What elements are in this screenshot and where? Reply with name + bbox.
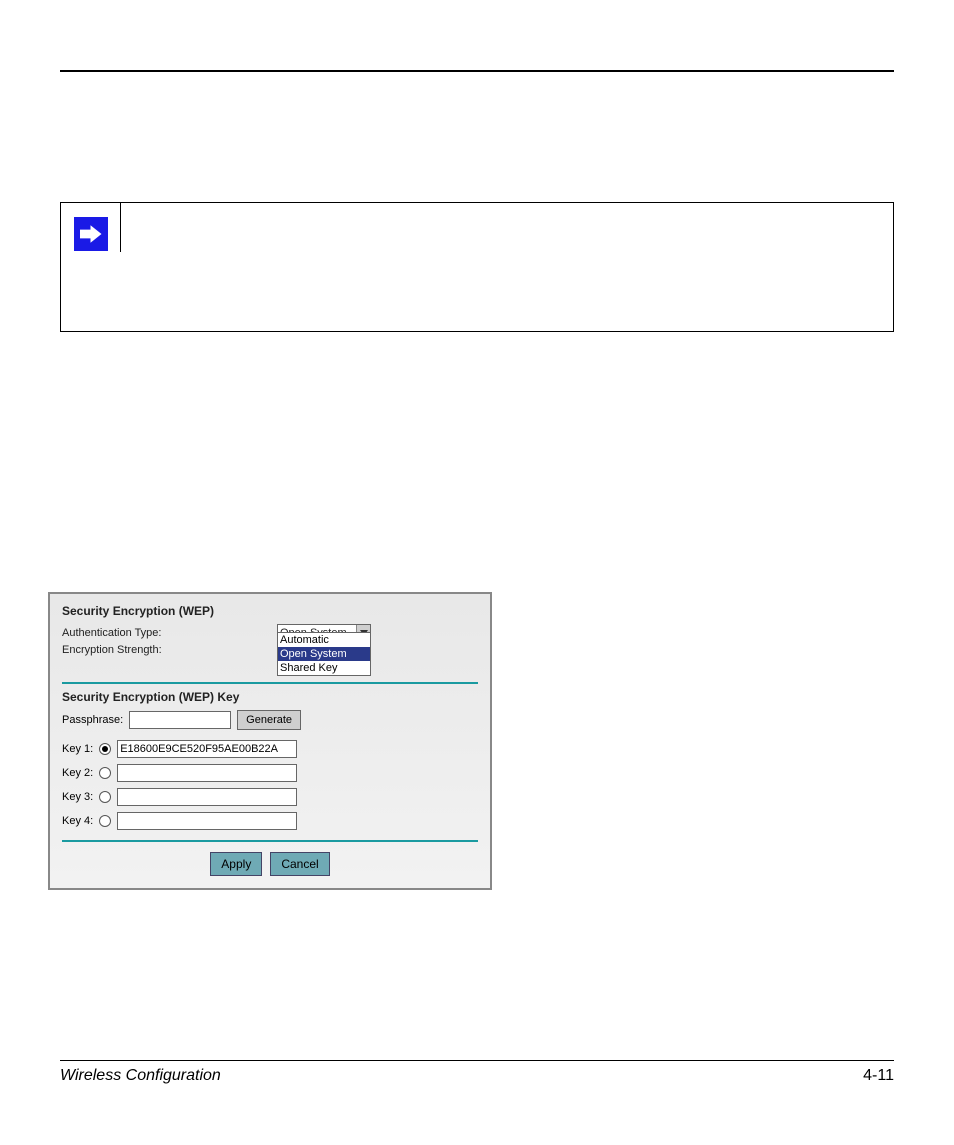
wep-key-radio[interactable] <box>99 791 111 803</box>
wep-key-input[interactable] <box>117 788 297 806</box>
wep-key-label: Key 2: <box>62 767 93 779</box>
auth-type-label: Authentication Type: <box>62 627 277 639</box>
wep-heading: Security Encryption (WEP) <box>62 604 478 618</box>
auth-type-dropdown[interactable]: AutomaticOpen SystemShared Key <box>277 632 371 676</box>
arrow-right-icon <box>74 217 108 251</box>
wep-key-label: Key 1: <box>62 743 93 755</box>
footer-section-title: Wireless Configuration <box>60 1067 221 1085</box>
top-horizontal-rule <box>60 70 894 72</box>
wep-key-label: Key 4: <box>62 815 93 827</box>
passphrase-input[interactable] <box>129 711 231 729</box>
passphrase-label: Passphrase: <box>62 714 123 726</box>
wep-key-row: Key 3: <box>62 788 478 806</box>
generate-button[interactable]: Generate <box>237 710 301 730</box>
document-page: Security Encryption (WEP) Authentication… <box>0 0 954 1145</box>
wep-key-heading: Security Encryption (WEP) Key <box>62 690 478 704</box>
note-callout-box <box>60 202 894 332</box>
wep-key-row: Key 4: <box>62 812 478 830</box>
wep-key-radio[interactable] <box>99 743 111 755</box>
wep-key-label: Key 3: <box>62 791 93 803</box>
dropdown-option[interactable]: Shared Key <box>278 661 370 675</box>
wep-key-input[interactable] <box>117 812 297 830</box>
cancel-button[interactable]: Cancel <box>270 852 329 876</box>
page-footer: Wireless Configuration 4-11 <box>60 1060 894 1085</box>
footer-page-number: 4-11 <box>863 1067 894 1085</box>
wep-key-input[interactable] <box>117 764 297 782</box>
dropdown-option[interactable]: Automatic <box>278 633 370 647</box>
enc-strength-label: Encryption Strength: <box>62 644 277 656</box>
button-row: Apply Cancel <box>62 852 478 876</box>
wep-key-radio[interactable] <box>99 815 111 827</box>
section-divider <box>62 840 478 842</box>
section-divider <box>62 682 478 684</box>
wep-key-row: Key 1: <box>62 740 478 758</box>
wep-key-row: Key 2: <box>62 764 478 782</box>
apply-button[interactable]: Apply <box>210 852 262 876</box>
dropdown-option[interactable]: Open System <box>278 647 370 661</box>
auth-type-row: Authentication Type: Open System <box>62 624 478 642</box>
enc-strength-row: Encryption Strength: <box>62 644 478 656</box>
note-text <box>121 203 149 252</box>
wep-key-radio[interactable] <box>99 767 111 779</box>
wep-key-input[interactable] <box>117 740 297 758</box>
passphrase-row: Passphrase: Generate <box>62 710 478 730</box>
wep-settings-panel: Security Encryption (WEP) Authentication… <box>48 592 492 890</box>
